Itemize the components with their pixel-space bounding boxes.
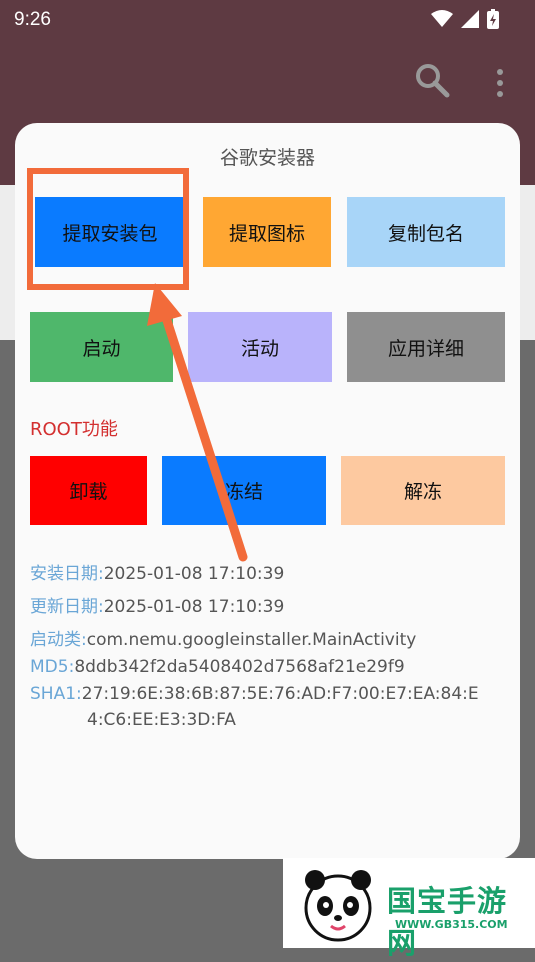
signal-icon [461,10,479,28]
update-date-label: 更新日期: [30,597,104,617]
battery-icon [487,9,499,29]
sha1-row: SHA1:27:19:6E:38:6B:87:5E:76:AD:F7:00:E7… [30,684,479,704]
search-icon[interactable] [414,62,450,98]
install-date-label: 安装日期: [30,564,104,584]
launch-class-value: com.nemu.googleinstaller.MainActivity [86,630,417,650]
install-date-row: 安装日期:2025-01-08 17:10:39 [30,559,284,584]
status-time: 9:26 [14,9,51,30]
freeze-button[interactable]: 冻结 [162,456,326,525]
status-bar: 9:26 [0,0,535,40]
sha1-row-cont: 4:C6:EE:E3:3D:FA [87,710,236,730]
launch-button[interactable]: 启动 [30,312,173,382]
sha1-label: SHA1: [30,684,82,704]
update-date-value: 2025-01-08 17:10:39 [103,597,285,617]
watermark-url: WWW.GB315.COM [395,918,508,931]
uninstall-button[interactable]: 卸载 [30,456,147,525]
wifi-icon [431,10,453,27]
status-icons [431,9,499,29]
md5-value: 8ddb342f2da5408402d7568af21e29f9 [74,657,405,677]
md5-row: MD5:8ddb342f2da5408402d7568af21e29f9 [30,657,405,677]
root-section-title: ROOT功能 [30,419,118,440]
launch-class-row: 启动类:com.nemu.googleinstaller.MainActivit… [30,625,416,650]
copy-package-name-button[interactable]: 复制包名 [347,197,505,267]
more-vert-icon[interactable] [492,66,508,102]
unfreeze-button[interactable]: 解冻 [341,456,505,525]
app-detail-button[interactable]: 应用详细 [347,312,505,382]
annotation-highlight-box [27,168,189,290]
launch-class-label: 启动类: [30,630,87,650]
extract-icon-button[interactable]: 提取图标 [203,197,331,267]
sha1-value-line1: 27:19:6E:38:6B:87:5E:76:AD:F7:00:E7:EA:8… [81,684,479,704]
md5-label: MD5: [30,657,75,677]
watermark-logo: 国宝手游网 WWW.GB315.COM [283,858,535,960]
activity-button[interactable]: 活动 [188,312,332,382]
sha1-value-line2: 4:C6:EE:E3:3D:FA [87,710,236,730]
dialog-title: 谷歌安装器 [219,147,315,169]
install-date-value: 2025-01-08 17:10:39 [103,564,285,584]
update-date-row: 更新日期:2025-01-08 17:10:39 [30,592,284,617]
panda-icon [304,870,372,942]
